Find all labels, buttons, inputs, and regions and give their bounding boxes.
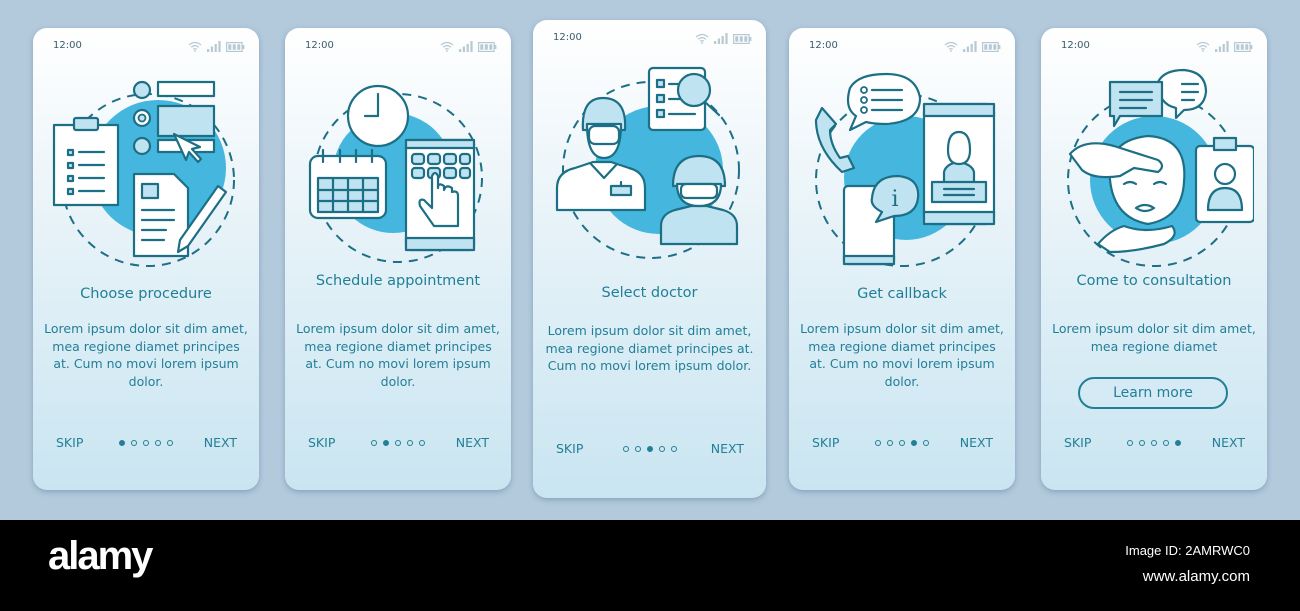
screen-description: Lorem ipsum dolor sit dim amet, mea regi… [800, 321, 1004, 389]
page-indicator[interactable] [371, 440, 425, 446]
page-dot[interactable] [407, 440, 413, 446]
screen-title: Schedule appointment [315, 273, 481, 289]
site-url: www.alamy.com [1142, 568, 1250, 585]
patient-consultation-illustration [1067, 68, 1254, 267]
page-dot[interactable] [1127, 440, 1133, 446]
page-dot-active[interactable] [1175, 440, 1181, 446]
telephone-icon [814, 106, 856, 174]
screen-description: Lorem ipsum dolor sit dim amet, mea regi… [44, 321, 248, 389]
battery-icon [982, 41, 1001, 52]
screen-title: Get callback [857, 286, 947, 302]
battery-icon [478, 41, 497, 52]
page-indicator[interactable] [119, 440, 173, 446]
next-button[interactable]: NEXT [456, 435, 489, 450]
onboarding-footer: SKIP NEXT [789, 435, 1015, 455]
battery-icon [733, 33, 752, 44]
onboarding-screen-4: 12:00 i Get callback Lorem ipsum dolor s… [789, 28, 1015, 490]
status-bar: 12:00 [305, 40, 497, 54]
signal-icon [714, 33, 728, 44]
skip-button[interactable]: SKIP [56, 435, 83, 450]
skip-button[interactable]: SKIP [556, 441, 583, 456]
page-dot[interactable] [167, 440, 173, 446]
page-dot[interactable] [670, 446, 677, 452]
status-time: 12:00 [809, 40, 838, 51]
page-indicator[interactable] [622, 446, 677, 452]
skip-button[interactable]: SKIP [812, 435, 839, 450]
battery-icon [226, 41, 245, 52]
page-dot[interactable] [155, 440, 161, 446]
onboarding-screen-3: 12:00 Select doctor Lorem ipsum dolor si… [533, 20, 766, 498]
page-dot-active[interactable] [646, 446, 653, 452]
page-dot[interactable] [622, 446, 629, 452]
page-dot[interactable] [143, 440, 149, 446]
page-dot-active[interactable] [383, 440, 389, 446]
page-dot[interactable] [1139, 440, 1145, 446]
signal-icon [1215, 41, 1229, 52]
onboarding-footer: SKIP NEXT [33, 435, 259, 455]
surgeon-icon [659, 204, 739, 246]
screen-title: Come to consultation [1076, 273, 1232, 289]
page-dot[interactable] [1163, 440, 1169, 446]
skip-button[interactable]: SKIP [308, 435, 335, 450]
page-dot[interactable] [131, 440, 137, 446]
page-dot[interactable] [875, 440, 881, 446]
page-dot[interactable] [395, 440, 401, 446]
status-time: 12:00 [1061, 40, 1090, 51]
signal-icon [963, 41, 977, 52]
learn-more-button[interactable]: Learn more [1078, 377, 1228, 409]
page-dot[interactable] [923, 440, 929, 446]
svg-text:i: i [891, 187, 898, 212]
next-button[interactable]: NEXT [1212, 435, 1245, 450]
status-bar: 12:00 [53, 40, 245, 54]
watermark-footer: alamy Image ID: 2AMRWC0 www.alamy.com [0, 520, 1300, 611]
onboarding-footer: SKIP NEXT [285, 435, 511, 455]
status-time: 12:00 [53, 40, 82, 51]
alamy-logo: alamy [48, 534, 153, 578]
page-indicator[interactable] [1127, 440, 1181, 446]
page-dot[interactable] [899, 440, 905, 446]
wifi-icon [695, 33, 709, 44]
wifi-icon [440, 41, 454, 52]
screen-title: Select doctor [601, 285, 698, 301]
page-dot[interactable] [634, 446, 641, 452]
onboarding-screen-2: 12:00 Schedule appointment Lorem ipsum d… [285, 28, 511, 490]
page-indicator[interactable] [875, 440, 929, 446]
status-time: 12:00 [553, 32, 582, 43]
phone-callback-illustration: i [814, 72, 996, 267]
battery-icon [1234, 41, 1253, 52]
wifi-icon [1196, 41, 1210, 52]
doctors-search-illustration [555, 66, 740, 259]
next-button[interactable]: NEXT [711, 441, 744, 456]
page-dot-active[interactable] [911, 440, 917, 446]
onboarding-footer: SKIP NEXT [533, 441, 766, 461]
onboarding-footer: SKIP NEXT [1041, 435, 1267, 455]
image-id: Image ID: 2AMRWC0 [1125, 543, 1250, 558]
screen-description: Lorem ipsum dolor sit dim amet, mea regi… [1052, 321, 1256, 354]
calendar-clock-tablet-illustration [308, 84, 483, 263]
page-dot[interactable] [371, 440, 377, 446]
status-bar: 12:00 [809, 40, 1001, 54]
signal-icon [459, 41, 473, 52]
page-dot[interactable] [658, 446, 665, 452]
screen-description: Lorem ipsum dolor sit dim amet, mea regi… [545, 323, 754, 373]
status-time: 12:00 [305, 40, 334, 51]
status-bar: 12:00 [1061, 40, 1253, 54]
signal-icon [207, 41, 221, 52]
page-dot[interactable] [1151, 440, 1157, 446]
wifi-icon [188, 41, 202, 52]
onboarding-screen-1: 12:00 Choose procedure Lorem ipsum dolor… [33, 28, 259, 490]
status-bar: 12:00 [553, 32, 752, 46]
onboarding-screen-5: 12:00 Come to consultation Lorem ipsum d… [1041, 28, 1267, 490]
skip-button[interactable]: SKIP [1064, 435, 1091, 450]
procedure-selection-illustration [52, 80, 235, 267]
screen-title: Choose procedure [80, 286, 212, 302]
screen-description: Lorem ipsum dolor sit dim amet, mea regi… [296, 321, 500, 389]
page-dot[interactable] [419, 440, 425, 446]
wifi-icon [944, 41, 958, 52]
next-button[interactable]: NEXT [204, 435, 237, 450]
page-dot-active[interactable] [119, 440, 125, 446]
next-button[interactable]: NEXT [960, 435, 993, 450]
page-dot[interactable] [887, 440, 893, 446]
